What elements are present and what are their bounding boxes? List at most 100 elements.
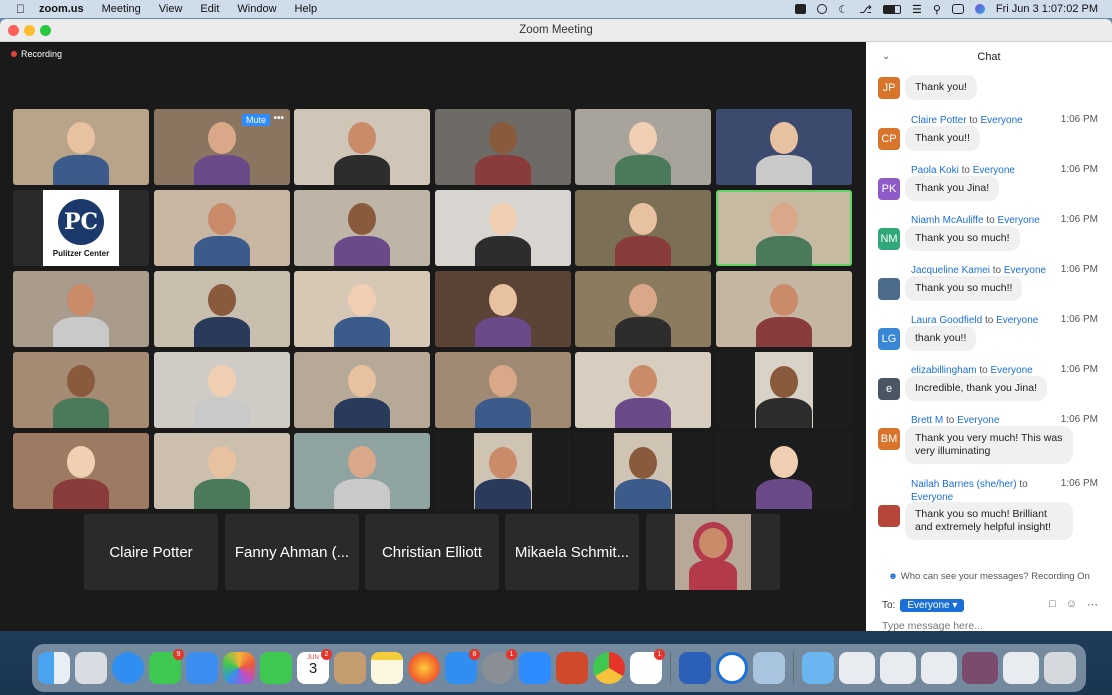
participant-video-tile[interactable]: PC Pulitzer Center <box>13 190 149 266</box>
menu-clock[interactable]: Fri Jun 3 1:07:02 PM <box>996 3 1098 15</box>
emoji-icon[interactable]: ☺ <box>1066 598 1077 611</box>
chat-recipient[interactable]: Everyone <box>980 115 1022 126</box>
one-password-icon[interactable] <box>817 4 828 14</box>
recent-window-1[interactable] <box>839 652 875 684</box>
participant-video-tile[interactable] <box>435 190 571 266</box>
participant-video-tile[interactable] <box>716 271 852 347</box>
participant-name-tile[interactable]: Claire Potter <box>84 514 218 590</box>
one-password-app-icon[interactable] <box>716 652 748 684</box>
minimize-window-button[interactable] <box>24 25 35 36</box>
chat-sender[interactable]: Nailah Barnes (she/her) <box>911 479 1017 490</box>
zoom-window-button[interactable] <box>40 25 51 36</box>
search-icon[interactable]: ⚲ <box>933 3 941 16</box>
chat-sender[interactable]: Laura Goodfield <box>911 315 982 326</box>
participant-video-tile[interactable] <box>575 271 711 347</box>
system-preferences-icon[interactable]: 1 <box>482 649 517 684</box>
participant-video-tile[interactable] <box>716 433 852 509</box>
mail-icon[interactable] <box>186 652 218 684</box>
menu-edit[interactable]: Edit <box>200 3 219 15</box>
participant-video-tile[interactable] <box>294 109 430 185</box>
trash-icon[interactable] <box>1044 652 1076 684</box>
powerpoint-icon[interactable] <box>556 652 588 684</box>
chat-sender[interactable]: Paola Koki <box>911 165 959 176</box>
chat-sender[interactable]: Niamh McAuliffe <box>911 215 984 226</box>
participant-video-tile[interactable] <box>575 109 711 185</box>
participant-video-tile[interactable] <box>294 352 430 428</box>
close-window-button[interactable] <box>8 25 19 36</box>
photos-icon[interactable] <box>223 652 255 684</box>
chevron-down-icon[interactable]: ⌄ <box>882 42 890 72</box>
wifi-icon[interactable]: ☰ <box>912 3 922 16</box>
recent-window-4[interactable] <box>962 652 998 684</box>
chat-recipient[interactable]: Everyone <box>1004 265 1046 276</box>
slack-icon[interactable]: 1 <box>630 649 665 684</box>
messages-icon[interactable]: 9 <box>149 649 184 684</box>
moon-icon[interactable]: ☾ <box>838 3 848 16</box>
chrome-icon[interactable] <box>593 652 625 684</box>
finder-icon[interactable] <box>38 652 70 684</box>
participant-video-tile[interactable] <box>154 433 290 509</box>
chat-recipient[interactable]: Everyone <box>991 365 1033 376</box>
menu-app-name[interactable]: zoom.us <box>39 3 84 15</box>
participant-video-tile[interactable]: Mute ••• <box>154 109 290 185</box>
participant-name-tile[interactable]: Mikaela Schmit... <box>505 514 639 590</box>
more-options-icon[interactable]: ⋯ <box>1087 598 1098 611</box>
menu-help[interactable]: Help <box>295 3 318 15</box>
firefox-icon[interactable] <box>408 652 440 684</box>
participant-video-tile[interactable] <box>154 190 290 266</box>
apple-icon[interactable]:  <box>16 2 25 16</box>
participant-more-icon[interactable]: ••• <box>273 113 284 124</box>
menu-view[interactable]: View <box>159 3 183 15</box>
siri-icon[interactable] <box>974 4 985 14</box>
chat-sender[interactable]: Brett M <box>911 415 943 426</box>
participant-video-tile[interactable] <box>13 352 149 428</box>
chat-recipient[interactable]: Everyone <box>998 215 1040 226</box>
safari-icon[interactable] <box>112 652 144 684</box>
menu-window[interactable]: Window <box>237 3 276 15</box>
participant-video-tile[interactable] <box>575 190 711 266</box>
participant-video-tile[interactable] <box>13 271 149 347</box>
participant-video-tile[interactable] <box>154 271 290 347</box>
participant-video-tile[interactable] <box>435 271 571 347</box>
chat-recipient[interactable]: Everyone <box>996 315 1038 326</box>
control-center-icon[interactable] <box>951 4 964 14</box>
chat-sender[interactable]: elizabillingham <box>911 365 977 376</box>
participant-video-tile[interactable] <box>435 109 571 185</box>
file-icon[interactable]: □ <box>1049 598 1056 611</box>
chat-sender[interactable]: Jacqueline Kamei <box>911 265 990 276</box>
chat-sender[interactable]: Claire Potter <box>911 115 967 126</box>
zoom-status-icon[interactable] <box>795 4 807 14</box>
participant-video-tile[interactable] <box>13 109 149 185</box>
launchpad-icon[interactable] <box>75 652 107 684</box>
participant-video-tile[interactable] <box>575 352 711 428</box>
participant-video-tile[interactable] <box>646 514 780 590</box>
participant-video-tile[interactable] <box>575 433 711 509</box>
participant-name-tile[interactable]: Fanny Ahman (... <box>225 514 359 590</box>
participant-video-tile[interactable] <box>716 352 852 428</box>
zoom-icon[interactable] <box>519 652 551 684</box>
participant-video-tile[interactable] <box>435 433 571 509</box>
word-icon[interactable] <box>679 652 711 684</box>
participant-video-tile[interactable] <box>154 352 290 428</box>
participant-video-tile[interactable] <box>13 433 149 509</box>
mute-button[interactable]: Mute <box>241 114 270 126</box>
notes-icon[interactable] <box>371 652 403 684</box>
participant-video-tile[interactable] <box>294 190 430 266</box>
participant-video-tile[interactable] <box>435 352 571 428</box>
participant-name-tile[interactable]: Christian Elliott <box>365 514 499 590</box>
participant-video-tile[interactable] <box>294 271 430 347</box>
bluetooth-icon[interactable]: ⎇ <box>859 3 872 16</box>
battery-icon[interactable] <box>882 4 901 14</box>
participant-video-tile[interactable] <box>716 190 852 266</box>
participant-video-tile[interactable] <box>716 109 852 185</box>
visibility-note[interactable]: ☻ Who can see your messages? Recording O… <box>866 571 1112 582</box>
recent-window-2[interactable] <box>880 652 916 684</box>
recent-window-5[interactable] <box>1003 652 1039 684</box>
app-store-icon[interactable]: 8 <box>445 649 480 684</box>
facetime-icon[interactable] <box>260 652 292 684</box>
participant-video-tile[interactable] <box>294 433 430 509</box>
recent-window-3[interactable] <box>921 652 957 684</box>
menu-meeting[interactable]: Meeting <box>102 3 141 15</box>
contacts-icon[interactable] <box>334 652 366 684</box>
chat-recipient[interactable]: Everyone <box>973 165 1015 176</box>
